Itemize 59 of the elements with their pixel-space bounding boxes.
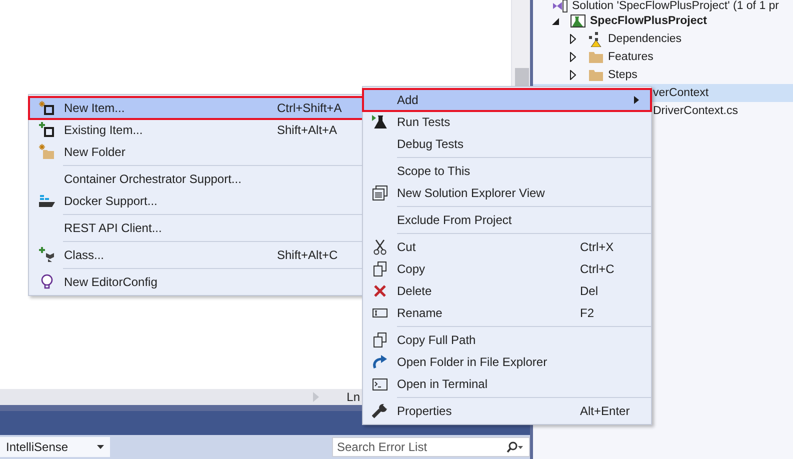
copy-icon	[372, 332, 388, 348]
menu-item[interactable]: Docker Support...	[29, 190, 363, 212]
menu-item[interactable]: Properties Alt+Enter	[363, 400, 651, 422]
menu-item[interactable]: REST API Client...	[29, 217, 363, 239]
menu-item[interactable]: Open in Terminal	[363, 373, 651, 395]
menu-item[interactable]: Copy Ctrl+C	[363, 258, 651, 280]
menu-item[interactable]: Scope to This	[363, 160, 651, 182]
window-icon	[372, 185, 388, 201]
tree-item-label[interactable]: Steps	[608, 69, 638, 81]
tree-item-label[interactable]: DriverContext.cs	[653, 105, 738, 117]
menu-item[interactable]: Run Tests	[363, 111, 651, 133]
menu-item[interactable]: Rename F2	[363, 302, 651, 324]
class-icon	[38, 247, 54, 263]
menu-item[interactable]: Container Orchestrator Support...	[29, 168, 363, 190]
menu-item[interactable]: Class... Shift+Alt+C	[29, 244, 363, 266]
new-folder-icon	[38, 144, 54, 160]
menu-item[interactable]: Existing Item... Shift+Alt+A	[29, 119, 363, 141]
flask-icon	[372, 114, 388, 130]
menu-item[interactable]: Exclude From Project	[363, 209, 651, 231]
add-item-icon	[38, 122, 54, 138]
tree-item-label[interactable]: SpecFlowPlusProject	[590, 15, 707, 27]
terminal-icon	[372, 378, 388, 390]
dependencies-icon	[588, 31, 604, 47]
menu-item[interactable]: Cut Ctrl+X	[363, 236, 651, 258]
project-icon	[570, 14, 586, 28]
new-item-icon	[38, 100, 54, 116]
menu-item[interactable]: Open Folder in File Explorer	[363, 351, 651, 373]
tree-item-label[interactable]: Features	[608, 51, 654, 63]
collapsed-icon[interactable]	[570, 52, 576, 62]
redo-arrow-icon	[372, 355, 388, 369]
ship-icon	[38, 193, 54, 209]
menu-item[interactable]: New EditorConfig	[29, 271, 363, 293]
menu-item[interactable]: Delete Del	[363, 280, 651, 302]
dropdown-caret-icon[interactable]	[97, 445, 104, 449]
menu-item[interactable]: Add	[363, 89, 651, 111]
expanded-icon[interactable]	[552, 18, 559, 24]
folder-icon	[588, 50, 604, 64]
lightbulb-icon	[40, 274, 52, 290]
copy-icon	[372, 261, 388, 277]
collapsed-icon[interactable]	[570, 70, 576, 80]
menu-item[interactable]: Copy Full Path	[363, 329, 651, 351]
menu-item[interactable]: New Item... Ctrl+Shift+A	[29, 97, 363, 119]
tree-item-label[interactable]: verContext	[653, 87, 709, 99]
rename-icon	[372, 307, 388, 319]
scissors-icon	[373, 239, 387, 255]
line-indicator: Ln	[346, 390, 360, 404]
build-filter-dropdown[interactable]: IntelliSense	[0, 437, 110, 457]
folder-icon	[588, 68, 604, 82]
search-field[interactable]: Search Error List	[332, 437, 530, 457]
menu-item[interactable]: New Solution Explorer View	[363, 182, 651, 204]
tree-item-label[interactable]: Dependencies	[608, 33, 682, 45]
tree-item-label[interactable]: Solution 'SpecFlowPlusProject' (1 of 1 pr	[572, 0, 780, 12]
collapsed-icon[interactable]	[570, 34, 576, 44]
menu-item[interactable]: Debug Tests	[363, 133, 651, 155]
search-icon	[506, 441, 524, 453]
menu-item[interactable]: New Folder	[29, 141, 363, 163]
wrench-icon	[372, 403, 388, 419]
solution-icon	[552, 0, 568, 13]
delete-icon	[373, 284, 387, 298]
